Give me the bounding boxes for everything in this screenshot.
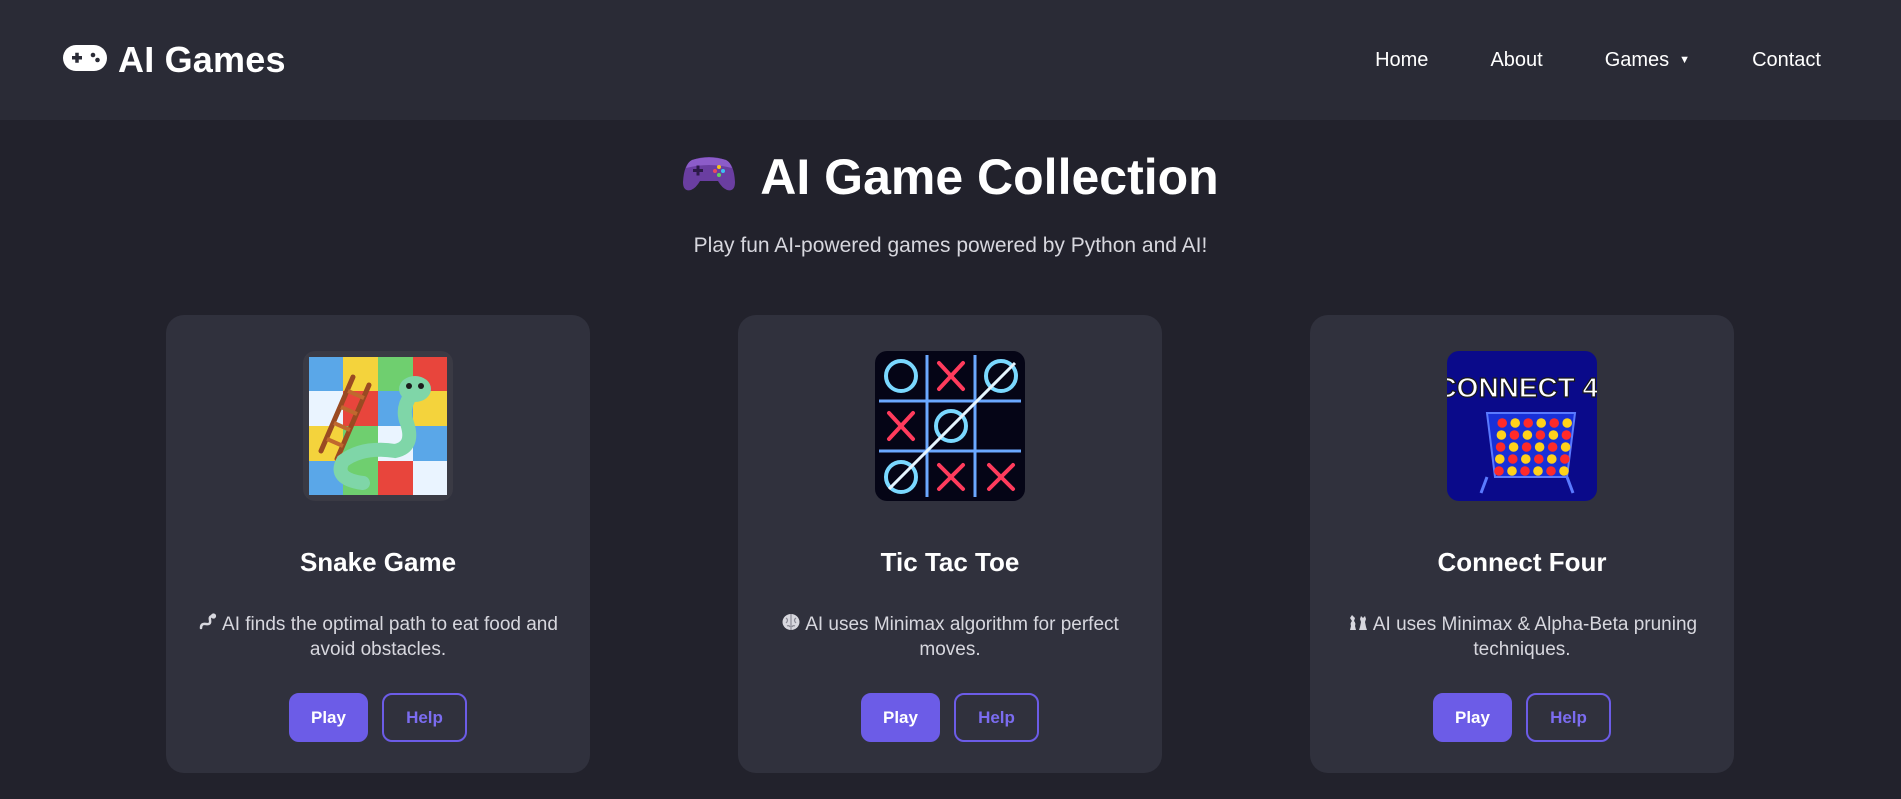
thumbnail-text: CONNECT 4! xyxy=(1447,372,1597,403)
connect-four-disc xyxy=(1509,430,1520,440)
game-description: AI finds the optimal path to eat food an… xyxy=(198,612,558,661)
connect-four-disc xyxy=(1496,430,1507,440)
connect-four-thumbnail: CONNECT 4! xyxy=(1447,351,1597,501)
connect-four-disc xyxy=(1523,418,1533,428)
gamepad-icon xyxy=(62,43,108,78)
hero: AI Game Collection Play fun AI-powered g… xyxy=(0,120,1901,258)
connect-four-disc xyxy=(1547,454,1557,464)
help-button[interactable]: Help xyxy=(954,693,1039,742)
connect-four-disc xyxy=(1536,418,1546,428)
connect-four-disc xyxy=(1521,454,1531,464)
button-row: Play Help xyxy=(1433,693,1611,742)
button-row: Play Help xyxy=(861,693,1039,742)
connect-four-disc xyxy=(1495,454,1505,464)
connect-four-disc xyxy=(1560,454,1570,464)
page-title-text: AI Game Collection xyxy=(760,149,1219,205)
game-cards: Snake Game AI finds the optimal path to … xyxy=(166,315,1734,773)
nav-link-games[interactable]: Games ▼ xyxy=(1605,49,1690,72)
snakes-and-ladders-thumbnail xyxy=(303,351,453,501)
game-title: Tic Tac Toe xyxy=(880,547,1020,577)
connect-four-disc xyxy=(1546,466,1556,476)
nav-link-about[interactable]: About xyxy=(1490,49,1542,72)
connect-four-disc xyxy=(1535,430,1546,440)
connect-four-disc xyxy=(1495,442,1506,452)
game-description: AI uses Minimax algorithm for perfect mo… xyxy=(770,612,1130,661)
caret-down-icon: ▼ xyxy=(1679,54,1691,66)
connect-four-disc xyxy=(1494,466,1504,476)
help-button[interactable]: Help xyxy=(382,693,467,742)
connect-four-disc xyxy=(1521,442,1532,452)
connect-four-disc xyxy=(1497,418,1507,428)
game-title: Connect Four xyxy=(1437,547,1607,577)
page-subtitle: Play fun AI-powered games powered by Pyt… xyxy=(693,234,1208,257)
connect-four-disc xyxy=(1549,418,1559,428)
chess-pieces-icon xyxy=(1347,612,1369,638)
game-description-text: AI finds the optimal path to eat food an… xyxy=(222,614,558,660)
game-title: Snake Game xyxy=(299,547,457,577)
connect-four-disc xyxy=(1534,442,1545,452)
game-card-tic-tac-toe: Tic Tac Toe AI uses Minimax algorithm fo… xyxy=(738,315,1162,773)
play-button[interactable]: Play xyxy=(289,693,368,742)
nav-links: Home About Games ▼ Contact xyxy=(1375,49,1821,72)
nav-link-contact[interactable]: Contact xyxy=(1752,49,1821,72)
connect-four-disc xyxy=(1534,454,1544,464)
help-button[interactable]: Help xyxy=(1526,693,1611,742)
connect-four-disc xyxy=(1561,430,1572,440)
game-description-text: AI uses Minimax & Alpha-Beta pruning tec… xyxy=(1372,614,1698,660)
connect-four-disc xyxy=(1522,430,1533,440)
connect-four-disc xyxy=(1560,442,1571,452)
navbar: AI Games Home About Games ▼ Contact xyxy=(0,0,1901,120)
nav-link-home[interactable]: Home xyxy=(1375,49,1428,72)
brand-title: AI Games xyxy=(118,39,286,80)
button-row: Play Help xyxy=(289,693,467,742)
game-description: AI uses Minimax & Alpha-Beta pruning tec… xyxy=(1342,612,1702,661)
brain-icon xyxy=(781,612,801,638)
connect-four-disc xyxy=(1559,466,1569,476)
play-button[interactable]: Play xyxy=(861,693,940,742)
page-title: AI Game Collection xyxy=(682,148,1219,206)
connect-four-disc xyxy=(1508,442,1519,452)
brand[interactable]: AI Games xyxy=(62,39,286,81)
connect-four-disc xyxy=(1562,418,1572,428)
nav-link-games-label: Games xyxy=(1604,48,1670,71)
connect-four-disc xyxy=(1507,466,1517,476)
game-card-connect-four: CONNECT 4! Connect Four AI uses Minimax … xyxy=(1310,315,1734,773)
snake-icon xyxy=(198,612,218,638)
game-card-snake: Snake Game AI finds the optimal path to … xyxy=(166,315,590,773)
connect-four-disc xyxy=(1510,418,1520,428)
neon-tic-tac-toe-thumbnail xyxy=(875,351,1025,501)
connect-four-disc xyxy=(1548,430,1559,440)
connect-four-disc xyxy=(1508,454,1518,464)
connect-four-disc xyxy=(1520,466,1530,476)
play-button[interactable]: Play xyxy=(1433,693,1512,742)
controller-emoji-icon xyxy=(682,148,736,206)
connect-four-disc xyxy=(1547,442,1558,452)
game-description-text: AI uses Minimax algorithm for perfect mo… xyxy=(805,614,1119,660)
connect-four-disc xyxy=(1533,466,1543,476)
